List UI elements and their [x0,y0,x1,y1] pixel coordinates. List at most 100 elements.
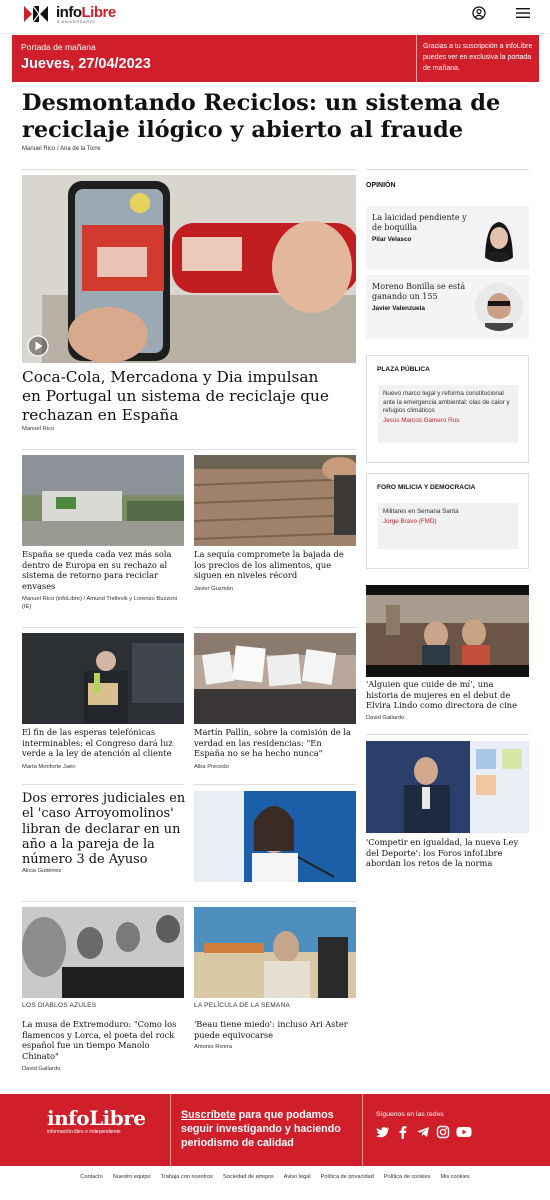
story-title[interactable]: La sequía compromete la bajada de los pr… [194,549,352,581]
telegram-icon[interactable] [416,1125,430,1139]
footer-link-aviso-legal[interactable]: Aviso legal [284,1174,311,1186]
divider [22,449,355,450]
story-image-film[interactable] [194,907,356,998]
story-image-recycling-plant[interactable] [22,455,184,546]
opinion-item[interactable]: Moreno Bonilla se está ganando un 155 Ja… [366,275,529,339]
footer-logo-info: info [47,1106,90,1130]
user-account-icon[interactable] [472,6,486,20]
avatar-photo [475,283,523,331]
featured-story-title[interactable]: Coca-Cola, Mercadona y Dia impulsan en P… [22,368,342,425]
story-kicker[interactable]: Los diablos azules [22,1002,96,1009]
story-author: Javier Guzmán [194,586,233,592]
divider [194,784,356,785]
sidebar-story-title[interactable]: 'Alguien que cuide de mí', una historia … [366,679,526,711]
foro-milicia-box: Foro Milicia y Democracia Militares en S… [366,473,529,569]
divider [194,627,356,628]
footer-link-sociedad[interactable]: Sociedad de amigos [223,1174,274,1186]
protest-signs-photo [194,633,356,724]
opinion-author: Pilar Velasco [372,236,412,243]
story-image-politician[interactable] [194,791,356,882]
video-play-icon[interactable] [27,335,49,357]
hamburger-menu-icon[interactable] [516,7,530,19]
youtube-icon[interactable] [456,1125,472,1139]
footer-link-contacto[interactable]: Contacto [80,1174,102,1186]
footer-link-trabaja[interactable]: Trabaja con nosotros [161,1174,213,1186]
divider [366,169,529,170]
foro-milicia-heading[interactable]: Foro Milicia y Democracia [377,484,475,491]
divider [22,627,184,628]
footer-logo[interactable]: infoLibre [47,1106,146,1130]
footer-divider [362,1094,363,1166]
opinion-title[interactable]: Moreno Bonilla se está ganando un 155 [372,282,472,302]
featured-story-author: Manuel Rico [22,426,55,432]
opinion-title[interactable]: La laicidad pendiente y de boquilla [372,213,472,233]
sidebar-story-author: David Gallardo [366,715,405,721]
plaza-publica-item[interactable]: Nuevo marco legal y reforma constitucion… [378,385,518,443]
dry-field-photo [194,455,356,546]
speaker-photo [194,791,356,882]
top-navigation-bar: infoLibre 5 aniversario [0,0,550,34]
plaza-publica-text[interactable]: Nuevo marco legal y reforma constitucion… [383,390,513,416]
factory-photo [22,455,184,546]
footer-link-mis-cookies[interactable]: Mis cookies [440,1174,469,1186]
author-avatar [475,283,523,331]
story-author: Marta Monforte Jaén [22,764,76,770]
story-author: Manuel Rico (infoLibre) / Amund Trellevi… [22,596,177,610]
story-title[interactable]: 'Beau tiene miedo': incluso Ari Aster pu… [194,1019,354,1040]
social-icons [376,1125,472,1139]
forum-speaker-photo [366,741,529,833]
foro-milicia-text[interactable]: Militares en Semana Santa [383,508,513,517]
story-image-call-center[interactable] [22,633,184,724]
lead-authors: Manuel Rico / Ana de la Torre [22,146,101,152]
divider [22,784,184,785]
footer-link-privacidad[interactable]: Política de privacidad [321,1174,374,1186]
subscribe-link[interactable]: Suscríbete [181,1109,236,1121]
foro-milicia-item[interactable]: Militares en Semana Santa Jorge Bravo (F… [378,503,518,549]
story-title-large[interactable]: Dos errores judiciales en el 'caso Arroy… [22,791,188,867]
story-image-band[interactable] [22,907,184,998]
story-image-drought[interactable] [194,455,356,546]
sidebar-story-title[interactable]: 'Competir en igualdad, la nueva Ley del … [366,837,526,869]
plaza-publica-heading[interactable]: Plaza pública [377,366,430,373]
divider [22,169,355,170]
story-title[interactable]: El fin de las esperas telefónicas interm… [22,727,182,759]
story-author: Antonio Rivera [194,1044,233,1050]
banner-label: Portada de mañana [21,42,96,52]
opinion-item[interactable]: La laicidad pendiente y de boquilla Pila… [366,206,529,270]
featured-story-image[interactable] [22,175,356,363]
instagram-icon[interactable] [436,1125,450,1139]
story-author: David Gallardo [22,1066,61,1072]
facebook-icon[interactable] [396,1125,410,1139]
divider [22,901,356,902]
twitter-icon[interactable] [376,1125,390,1139]
foro-milicia-author: Jorge Bravo (FMD) [383,517,437,525]
story-title[interactable]: La musa de Extremoduro: "Como los flamen… [22,1019,182,1061]
story-title[interactable]: España se queda cada vez más sola dentro… [22,549,180,591]
sidebar-story-image-forum[interactable] [366,741,529,833]
site-footer: infoLibre información libre e independie… [0,1094,550,1166]
phone-bottle-photo [22,175,356,363]
tomorrow-edition-banner[interactable]: Portada de mañana Jueves, 27/04/2023 Gra… [12,35,539,82]
avatar-photo [475,214,523,262]
story-author: Alicia Gutiérrez [22,868,62,874]
plaza-publica-author: Jesús Marcos Gamero Rus [383,416,460,424]
story-image-protest[interactable] [194,633,356,724]
footer-link-cookies[interactable]: Política de cookies [384,1174,431,1186]
subscribe-callout: Suscríbete para que podamos seguir inves… [181,1108,357,1150]
infolibre-logo-icon[interactable] [22,4,50,24]
lead-headline[interactable]: Desmontando Reciclos: un sistema de reci… [22,90,502,144]
footer-links: Contacto Nuestro equipo Trabaja con noso… [0,1174,550,1186]
story-kicker[interactable]: La película de la semana [194,1002,290,1009]
footer-divider [170,1094,171,1166]
footer-logo-libre: Libre [89,1106,146,1130]
sidebar-story-image-film[interactable] [366,585,529,677]
footer-tagline: información libre e independiente [47,1129,121,1135]
banner-date: Jueves, 27/04/2023 [21,56,151,72]
opinion-author: Javier Valenzuela [372,305,425,312]
story-title[interactable]: Martín Pallín, sobre la comisión de la v… [194,727,354,759]
plaza-publica-box: Plaza pública Nuevo marco legal y reform… [366,355,529,463]
opinion-heading[interactable]: Opinión [366,182,396,189]
story-author: Alba Precedo [194,764,229,770]
film-still-photo [194,907,356,998]
footer-link-equipo[interactable]: Nuestro equipo [113,1174,151,1186]
